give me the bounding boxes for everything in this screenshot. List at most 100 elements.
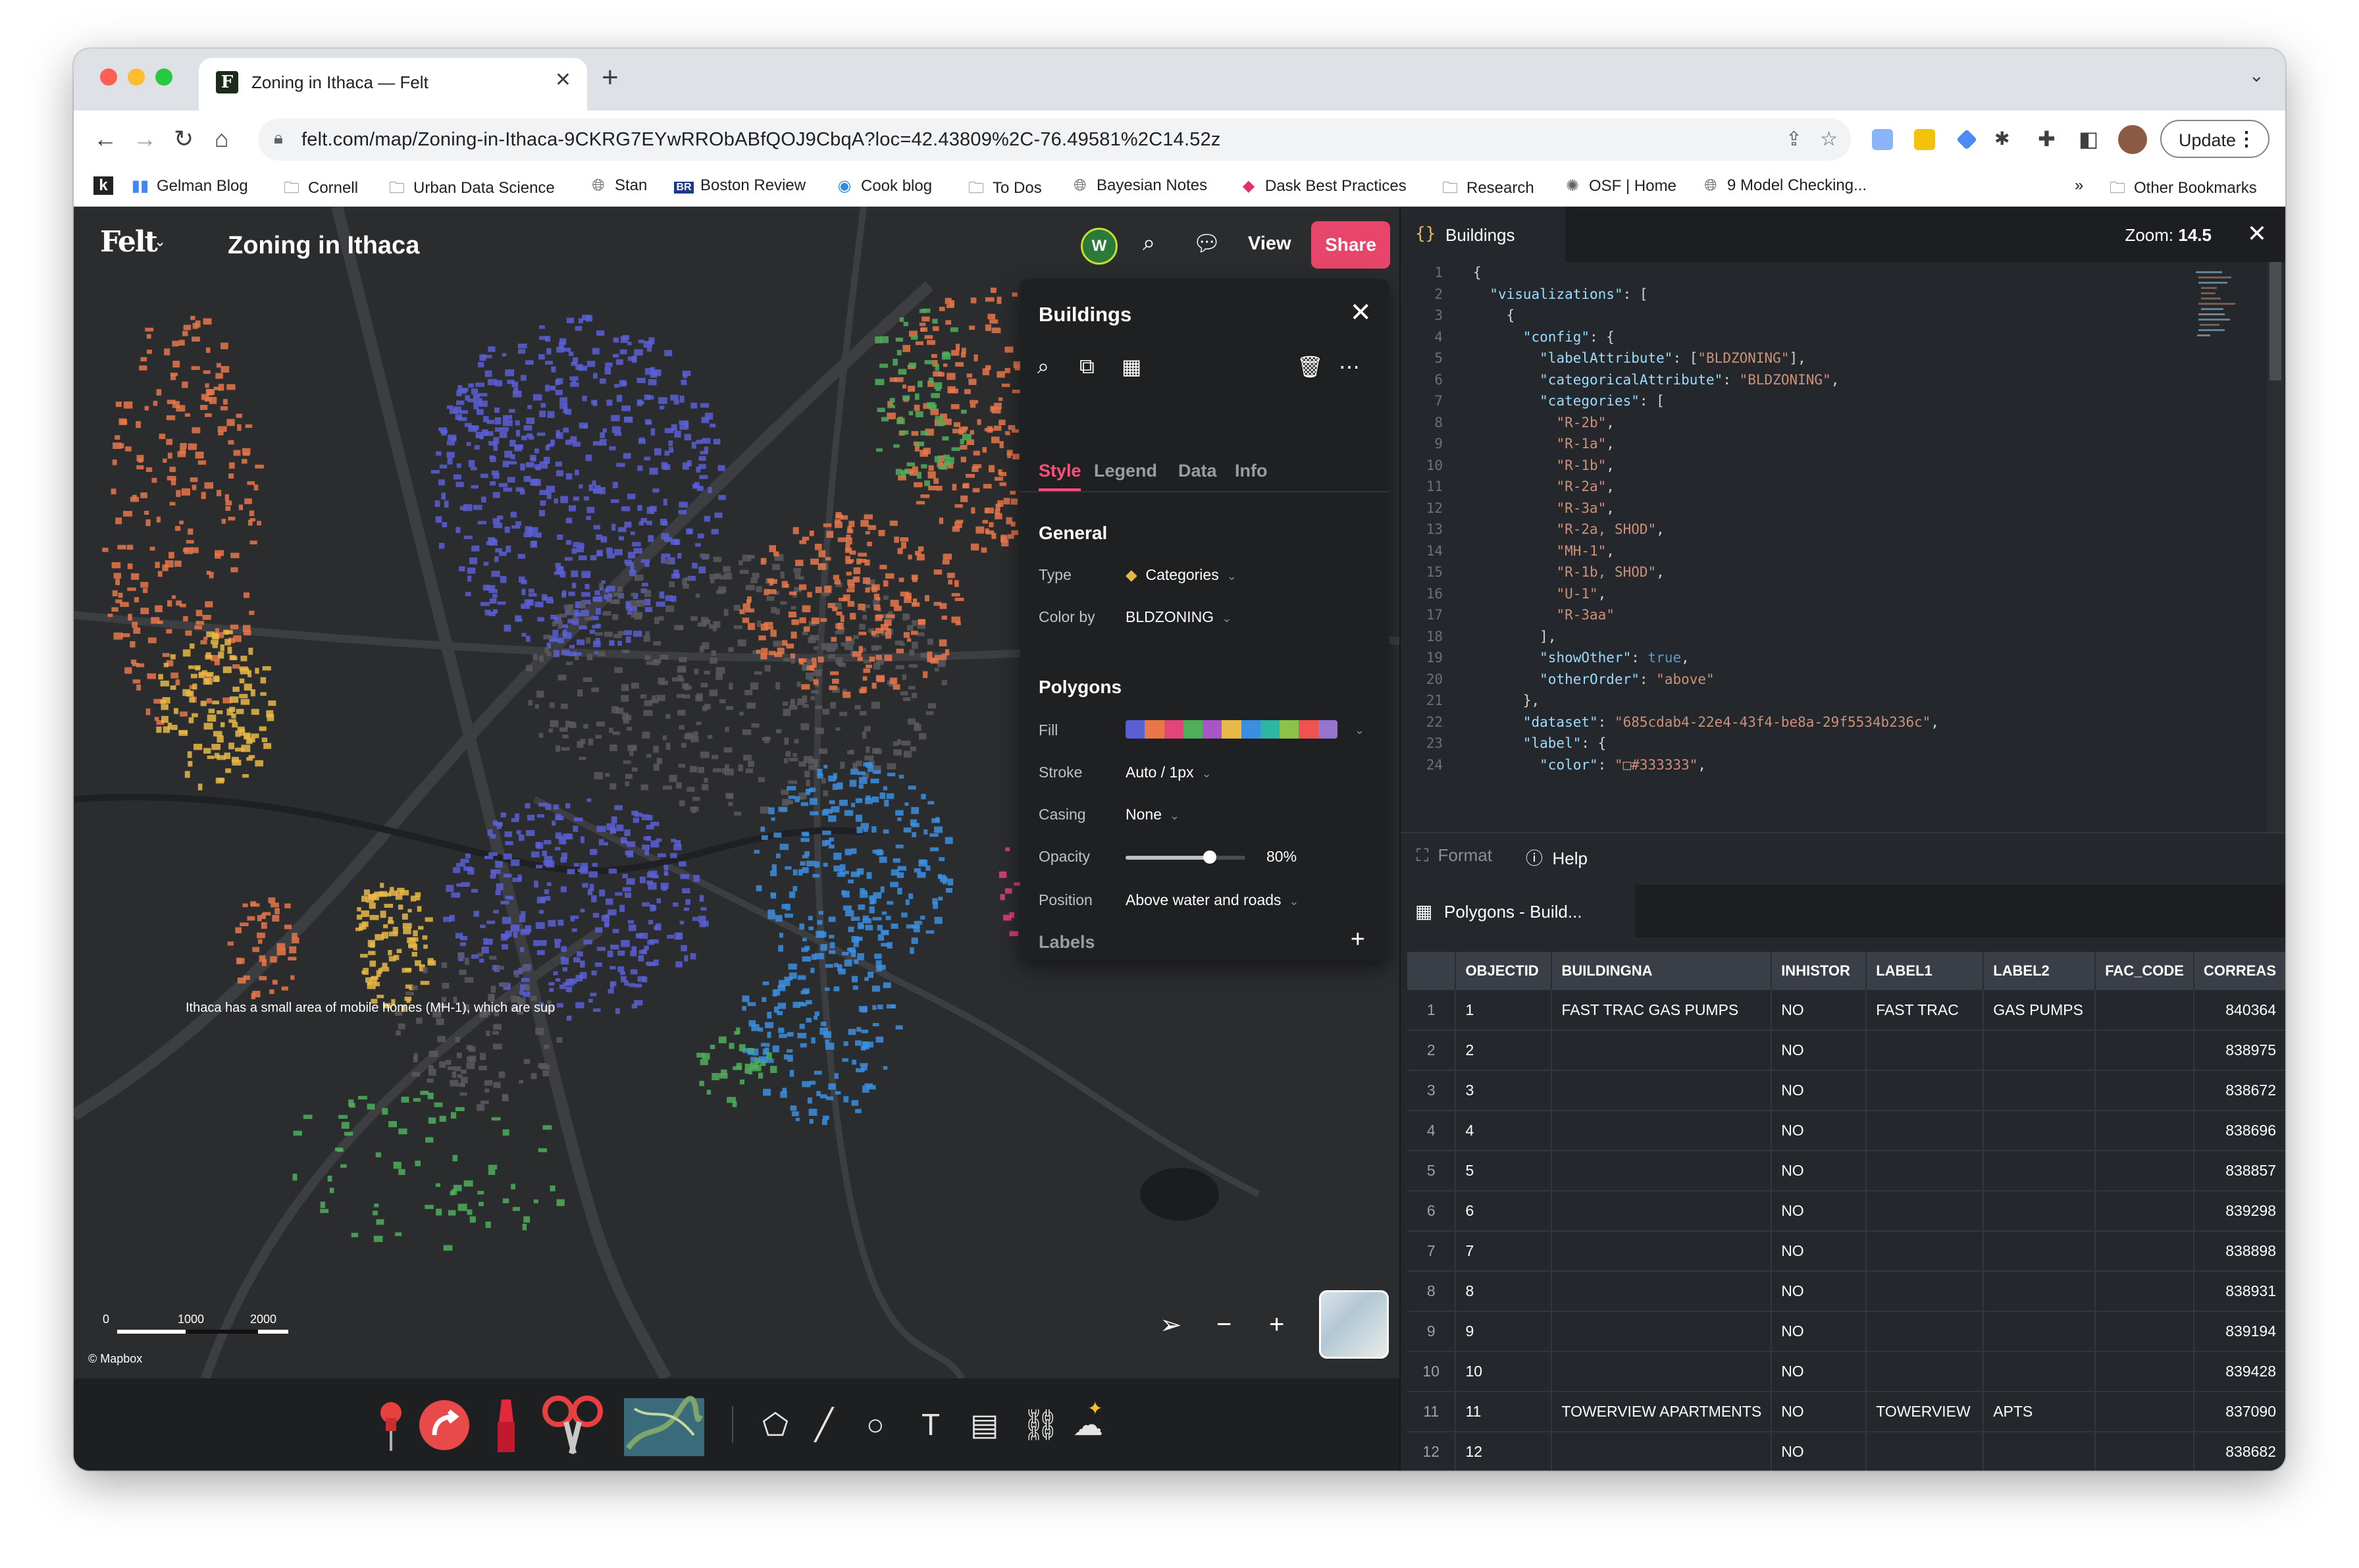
building-polygon[interactable]: [610, 945, 619, 950]
building-polygon[interactable]: [692, 797, 700, 801]
building-polygon[interactable]: [677, 710, 686, 716]
building-polygon[interactable]: [565, 662, 573, 666]
building-polygon[interactable]: [592, 480, 596, 486]
building-polygon[interactable]: [671, 839, 676, 843]
building-polygon[interactable]: [773, 551, 779, 557]
building-polygon[interactable]: [788, 963, 797, 970]
building-polygon[interactable]: [879, 856, 887, 863]
building-polygon[interactable]: [951, 350, 960, 356]
building-polygon[interactable]: [249, 610, 255, 615]
building-polygon[interactable]: [600, 378, 606, 384]
building-polygon[interactable]: [205, 601, 213, 608]
building-polygon[interactable]: [452, 1071, 456, 1078]
building-polygon[interactable]: [251, 993, 256, 999]
building-polygon[interactable]: [388, 931, 398, 937]
code-line[interactable]: 6 "categoricalAttribute": "BLDZONING",: [1401, 372, 2285, 393]
building-polygon[interactable]: [627, 493, 636, 500]
building-polygon[interactable]: [991, 327, 1001, 334]
building-polygon[interactable]: [786, 643, 794, 649]
building-polygon[interactable]: [509, 440, 516, 447]
building-polygon[interactable]: [525, 803, 531, 809]
building-polygon[interactable]: [586, 637, 591, 644]
building-polygon[interactable]: [798, 975, 806, 980]
building-polygon[interactable]: [408, 943, 417, 947]
building-polygon[interactable]: [176, 490, 181, 497]
column-header[interactable]: LABEL1: [1866, 952, 1984, 990]
building-polygon[interactable]: [933, 569, 943, 575]
building-polygon[interactable]: [461, 882, 470, 887]
building-polygon[interactable]: [435, 516, 442, 523]
building-polygon[interactable]: [202, 615, 211, 620]
building-polygon[interactable]: [245, 424, 253, 428]
building-polygon[interactable]: [161, 704, 168, 710]
building-polygon[interactable]: [590, 555, 597, 561]
stroke-select[interactable]: Auto / 1px ⌄: [1126, 764, 1212, 781]
building-polygon[interactable]: [910, 631, 918, 635]
building-polygon[interactable]: [677, 553, 682, 559]
building-polygon[interactable]: [533, 940, 538, 947]
building-polygon[interactable]: [914, 868, 921, 873]
building-polygon[interactable]: [658, 615, 664, 621]
building-polygon[interactable]: [192, 427, 201, 434]
building-polygon[interactable]: [545, 336, 551, 342]
building-polygon[interactable]: [780, 1091, 787, 1098]
building-polygon[interactable]: [554, 942, 560, 949]
building-polygon[interactable]: [733, 604, 740, 611]
building-polygon[interactable]: [821, 810, 829, 816]
building-polygon[interactable]: [508, 409, 515, 413]
building-polygon[interactable]: [825, 557, 831, 561]
building-polygon[interactable]: [885, 631, 892, 639]
building-polygon[interactable]: [856, 1027, 862, 1032]
building-polygon[interactable]: [891, 923, 898, 929]
building-polygon[interactable]: [212, 700, 219, 704]
building-polygon[interactable]: [863, 668, 871, 673]
building-polygon[interactable]: [503, 853, 512, 860]
building-polygon[interactable]: [630, 531, 635, 535]
building-polygon[interactable]: [808, 1109, 817, 1116]
building-polygon[interactable]: [188, 528, 194, 535]
building-polygon[interactable]: [690, 616, 698, 621]
browser-tab[interactable]: F Zoning in Ithaca — Felt ✕: [199, 58, 587, 111]
building-polygon[interactable]: [491, 1117, 501, 1121]
building-polygon[interactable]: [363, 968, 369, 975]
building-polygon[interactable]: [192, 713, 198, 718]
building-polygon[interactable]: [661, 521, 668, 526]
building-polygon[interactable]: [208, 708, 215, 714]
building-polygon[interactable]: [850, 916, 860, 921]
building-polygon[interactable]: [832, 679, 839, 684]
building-polygon[interactable]: [127, 587, 136, 591]
building-polygon[interactable]: [217, 710, 223, 714]
building-polygon[interactable]: [697, 622, 707, 627]
building-polygon[interactable]: [809, 635, 814, 640]
building-polygon[interactable]: [136, 465, 144, 469]
building-polygon[interactable]: [679, 800, 685, 806]
building-polygon[interactable]: [760, 653, 767, 660]
building-polygon[interactable]: [739, 609, 745, 615]
building-polygon[interactable]: [228, 440, 234, 445]
bookmark-osf-home[interactable]: ✺ OSF | Home: [1563, 176, 1676, 196]
building-polygon[interactable]: [170, 479, 176, 486]
building-polygon[interactable]: [551, 366, 556, 373]
building-polygon[interactable]: [885, 573, 894, 579]
building-polygon[interactable]: [998, 419, 1006, 426]
building-polygon[interactable]: [623, 417, 633, 423]
building-polygon[interactable]: [802, 704, 809, 708]
building-polygon[interactable]: [242, 774, 249, 778]
building-polygon[interactable]: [872, 797, 879, 803]
building-polygon[interactable]: [178, 731, 188, 736]
building-polygon[interactable]: [550, 1185, 556, 1191]
building-polygon[interactable]: [230, 656, 238, 660]
building-polygon[interactable]: [855, 1040, 862, 1046]
building-polygon[interactable]: [536, 691, 544, 698]
building-polygon[interactable]: [272, 980, 278, 985]
building-polygon[interactable]: [463, 535, 473, 539]
building-polygon[interactable]: [926, 711, 934, 716]
building-polygon[interactable]: [340, 1164, 347, 1168]
building-polygon[interactable]: [459, 969, 467, 976]
building-polygon[interactable]: [158, 673, 163, 680]
building-polygon[interactable]: [723, 566, 731, 573]
building-polygon[interactable]: [579, 625, 587, 630]
building-polygon[interactable]: [172, 340, 179, 347]
building-polygon[interactable]: [810, 558, 819, 565]
building-polygon[interactable]: [276, 948, 286, 956]
